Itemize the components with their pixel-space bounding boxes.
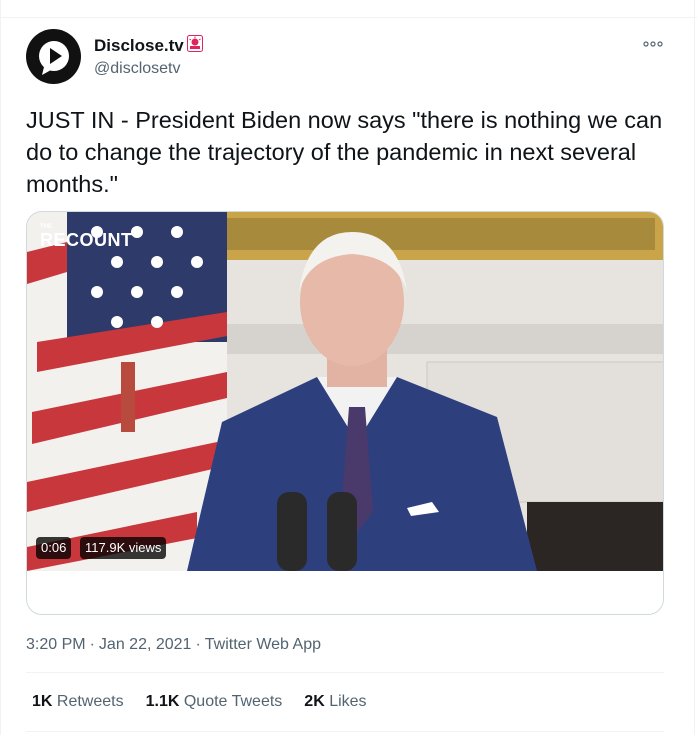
watermark-main: RECOUNT [40,230,133,250]
quote-tweets-stat[interactable]: 1.1K Quote Tweets [146,692,283,712]
siren-icon [187,35,203,52]
video-thumbnail[interactable] [27,212,664,571]
tweet-meta: 3:20 PM · Jan 22, 2021 · Twitter Web App [26,635,325,655]
retweets-label: Retweets [56,693,124,710]
meta-separator: · [89,636,95,653]
retweets-stat[interactable]: 1K Retweets [32,692,124,712]
tweet-source[interactable]: Twitter Web App [205,636,321,653]
quotes-label: Quote Tweets [183,693,283,710]
video-duration: 0:06 [36,537,72,559]
video-views: 117.9K views [80,537,167,559]
likes-label: Likes [329,693,367,710]
tweet-time[interactable]: 3:20 PM [26,636,86,653]
more-options-button[interactable] [640,34,666,54]
engagement-stats: 1K Retweets 1.1K Quote Tweets 2K Likes [32,692,367,712]
meta-separator: · [195,636,201,653]
author-display-name[interactable]: Disclose.tv [94,36,184,56]
more-dots-icon [643,41,663,47]
retweets-count: 1K [32,693,53,710]
play-bubble-icon [38,40,69,75]
top-divider [0,17,697,18]
avatar[interactable] [26,29,81,84]
likes-count: 2K [304,693,325,710]
author-handle[interactable]: @disclosetv [94,59,181,79]
tweet-text: JUST IN - President Biden now says "ther… [26,107,663,197]
divider [26,672,664,673]
video-watermark: THE RECOUNT [40,224,133,251]
divider [26,731,664,732]
quotes-count: 1.1K [145,693,180,710]
tweet-date[interactable]: Jan 22, 2021 [99,636,192,653]
likes-stat[interactable]: 2K Likes [304,692,366,712]
